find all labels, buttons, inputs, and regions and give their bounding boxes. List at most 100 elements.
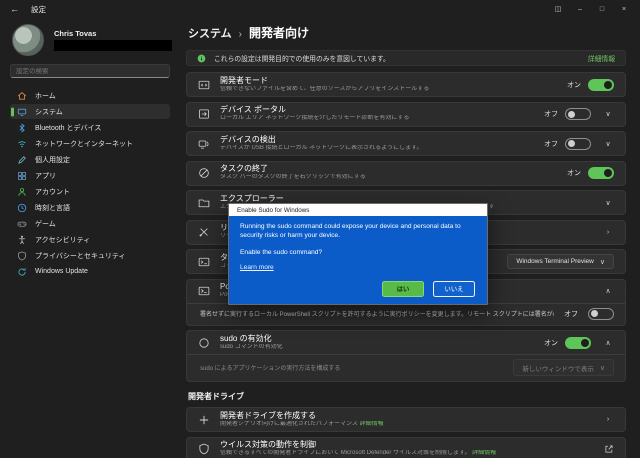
toggle-state-label: オフ <box>544 139 558 149</box>
setting-row-device-portal: デバイス ポータル ローカル エリア ネットワーク接続を介したリモート診断を有効… <box>186 102 626 127</box>
sidebar-item-network-internet[interactable]: ネットワークとインターネット <box>10 136 170 151</box>
developer-mode-toggle[interactable] <box>588 79 614 91</box>
wifi-icon <box>17 139 27 149</box>
learn-more-link[interactable]: 詳細情報 <box>472 450 496 456</box>
redacted-email <box>54 40 172 51</box>
back-arrow-icon[interactable]: ← <box>10 4 19 14</box>
sidebar-item-home[interactable]: ホーム <box>10 88 170 103</box>
developer-drive-header: 開発者ドライブ <box>188 391 624 402</box>
powershell-icon <box>198 285 210 297</box>
user-name: Chris Tovas <box>54 29 172 38</box>
device-discovery-icon <box>198 138 210 150</box>
sidebar-item-gaming[interactable]: ゲーム <box>10 216 170 231</box>
shield-icon <box>17 251 27 261</box>
toggle-state-label: オフ <box>564 309 578 319</box>
home-icon <box>17 91 27 101</box>
sidebar-item-accounts[interactable]: アカウント <box>10 184 170 199</box>
chevron-down-icon[interactable]: ∨ <box>602 110 614 118</box>
sidebar: Chris Tovas ホーム システム Bluetooth とデバイス <box>0 18 178 458</box>
chevron-right-icon[interactable]: › <box>602 229 614 236</box>
setting-row-end-task: タスクの終了 タスク バーのタスクの終了を右クリックで有効にする オン <box>186 161 626 186</box>
toggle-state-label: オン <box>567 80 581 90</box>
window-titlebar: ← 設定 ◫ – □ × <box>0 0 640 18</box>
search-input[interactable] <box>16 68 164 75</box>
info-icon <box>197 54 206 63</box>
defender-shield-icon <box>198 443 210 455</box>
row-title: デバイス ポータル <box>220 105 534 115</box>
external-link-icon[interactable] <box>604 444 614 454</box>
avatar <box>12 24 44 56</box>
sidebar-item-privacy-security[interactable]: プライバシーとセキュリティ <box>10 248 170 263</box>
breadcrumb-system[interactable]: システム <box>188 25 232 41</box>
dialog-question: Enable the sudo command? <box>240 249 476 256</box>
enable-sudo-dialog: Enable Sudo for Windows Running the sudo… <box>228 203 488 305</box>
dialog-message: Running the sudo command could expose yo… <box>240 223 472 241</box>
sidebar-item-accessibility[interactable]: アクセシビリティ <box>10 232 170 247</box>
chevron-down-icon: ∨ <box>600 258 605 266</box>
minimize-button[interactable]: – <box>570 2 590 16</box>
sidebar-item-system[interactable]: システム <box>10 104 170 119</box>
keep-on-top-icon[interactable]: ◫ <box>548 2 568 16</box>
chevron-up-icon[interactable]: ∧ <box>602 339 614 347</box>
row-title: ウイルス対策の動作を制御 <box>220 440 590 450</box>
device-discovery-toggle[interactable] <box>565 138 591 150</box>
system-icon <box>17 107 27 117</box>
sidebar-item-personalization[interactable]: 個人用設定 <box>10 152 170 167</box>
dialog-no-button[interactable]: いいえ <box>433 281 475 297</box>
end-task-toggle[interactable] <box>588 167 614 179</box>
chevron-down-icon[interactable]: ∨ <box>602 140 614 148</box>
terminal-icon <box>198 256 210 268</box>
banner-learn-more-link[interactable]: 詳細情報 <box>588 53 615 63</box>
row-subtitle: 信頼できるすべての開発者ドライブにおいて Microsoft Defender … <box>220 450 590 458</box>
chevron-up-icon[interactable]: ∧ <box>602 287 614 295</box>
sidebar-nav: ホーム システム Bluetooth とデバイス ネットワークとインターネット … <box>10 88 170 279</box>
powershell-policy-toggle[interactable] <box>588 308 614 320</box>
row-subtitle: 開発者シナリオ向けに最適化されたパフォーマンス 詳細情報 <box>220 421 588 429</box>
brush-icon <box>17 155 27 165</box>
apps-grid-icon <box>17 171 27 181</box>
user-account[interactable]: Chris Tovas <box>12 24 170 56</box>
row-subtitle: ローカル エリア ネットワーク接続を介したリモート診断を有効にする <box>220 115 534 123</box>
powershell-execution-policy-subrow: 署名せずに実行するローカル PowerShell スクリプトを許可するように実行… <box>187 303 625 325</box>
update-icon <box>17 267 27 277</box>
dialog-yes-button[interactable]: はい <box>382 281 424 297</box>
terminal-dropdown[interactable]: Windows Terminal Preview ∨ <box>507 254 614 269</box>
row-title: sudo の有効化 <box>220 334 534 344</box>
sidebar-item-apps[interactable]: アプリ <box>10 168 170 183</box>
developer-warning-banner: これらの設定は開発目的での使用のみを意図しています。 詳細情報 <box>186 50 626 66</box>
end-task-icon <box>198 167 210 179</box>
maximize-button[interactable]: □ <box>592 2 612 16</box>
folder-icon <box>198 197 210 209</box>
sudo-run-mode-subrow: sudo によるアプリケーションの実行方法を構成する 新しいウィンドウで表示 ∨ <box>187 354 625 381</box>
device-portal-toggle[interactable] <box>565 108 591 120</box>
close-button[interactable]: × <box>614 2 634 16</box>
clock-icon <box>17 203 27 213</box>
learn-more-link[interactable]: 詳細情報 <box>360 421 384 427</box>
toggle-state-label: オフ <box>544 109 558 119</box>
chevron-right-icon[interactable]: › <box>602 416 614 423</box>
row-subtitle: sudo コマンドの有効化 <box>220 344 534 352</box>
sidebar-item-time-language[interactable]: 時刻と言語 <box>10 200 170 215</box>
app-title: 設定 <box>31 4 46 15</box>
sudo-run-mode-dropdown[interactable]: 新しいウィンドウで表示 ∨ <box>513 359 614 376</box>
row-title: タスクの終了 <box>220 164 557 174</box>
device-portal-icon <box>198 108 210 120</box>
window-controls: ◫ – □ × <box>548 2 634 16</box>
setting-row-antivirus-control: ウイルス対策の動作を制御 信頼できるすべての開発者ドライブにおいて Micros… <box>186 437 626 458</box>
chevron-down-icon[interactable]: ∨ <box>602 199 614 207</box>
setting-row-enable-sudo: sudo の有効化 sudo コマンドの有効化 オン ∧ sudo によるアプリ… <box>186 330 626 382</box>
settings-search[interactable] <box>10 64 170 78</box>
dialog-title: Enable Sudo for Windows <box>229 204 487 216</box>
row-title: 開発者ドライブを作成する <box>220 411 588 421</box>
sidebar-item-windows-update[interactable]: Windows Update <box>10 264 170 279</box>
sidebar-item-bluetooth-devices[interactable]: Bluetooth とデバイス <box>10 120 170 135</box>
row-subtitle: 信頼できないファイルを含めて、任意のソースからアプリをインストールする <box>220 86 557 94</box>
toggle-state-label: オン <box>544 338 558 348</box>
dialog-learn-more-link[interactable]: Learn more <box>240 264 274 271</box>
bluetooth-icon <box>17 123 27 133</box>
setting-row-create-dev-drive: 開発者ドライブを作成する 開発者シナリオ向けに最適化されたパフォーマンス 詳細情… <box>186 407 626 432</box>
banner-text: これらの設定は開発目的での使用のみを意図しています。 <box>214 53 390 63</box>
remote-tunnels-icon <box>198 226 210 238</box>
enable-sudo-toggle[interactable] <box>565 337 591 349</box>
toggle-state-label: オン <box>567 168 581 178</box>
